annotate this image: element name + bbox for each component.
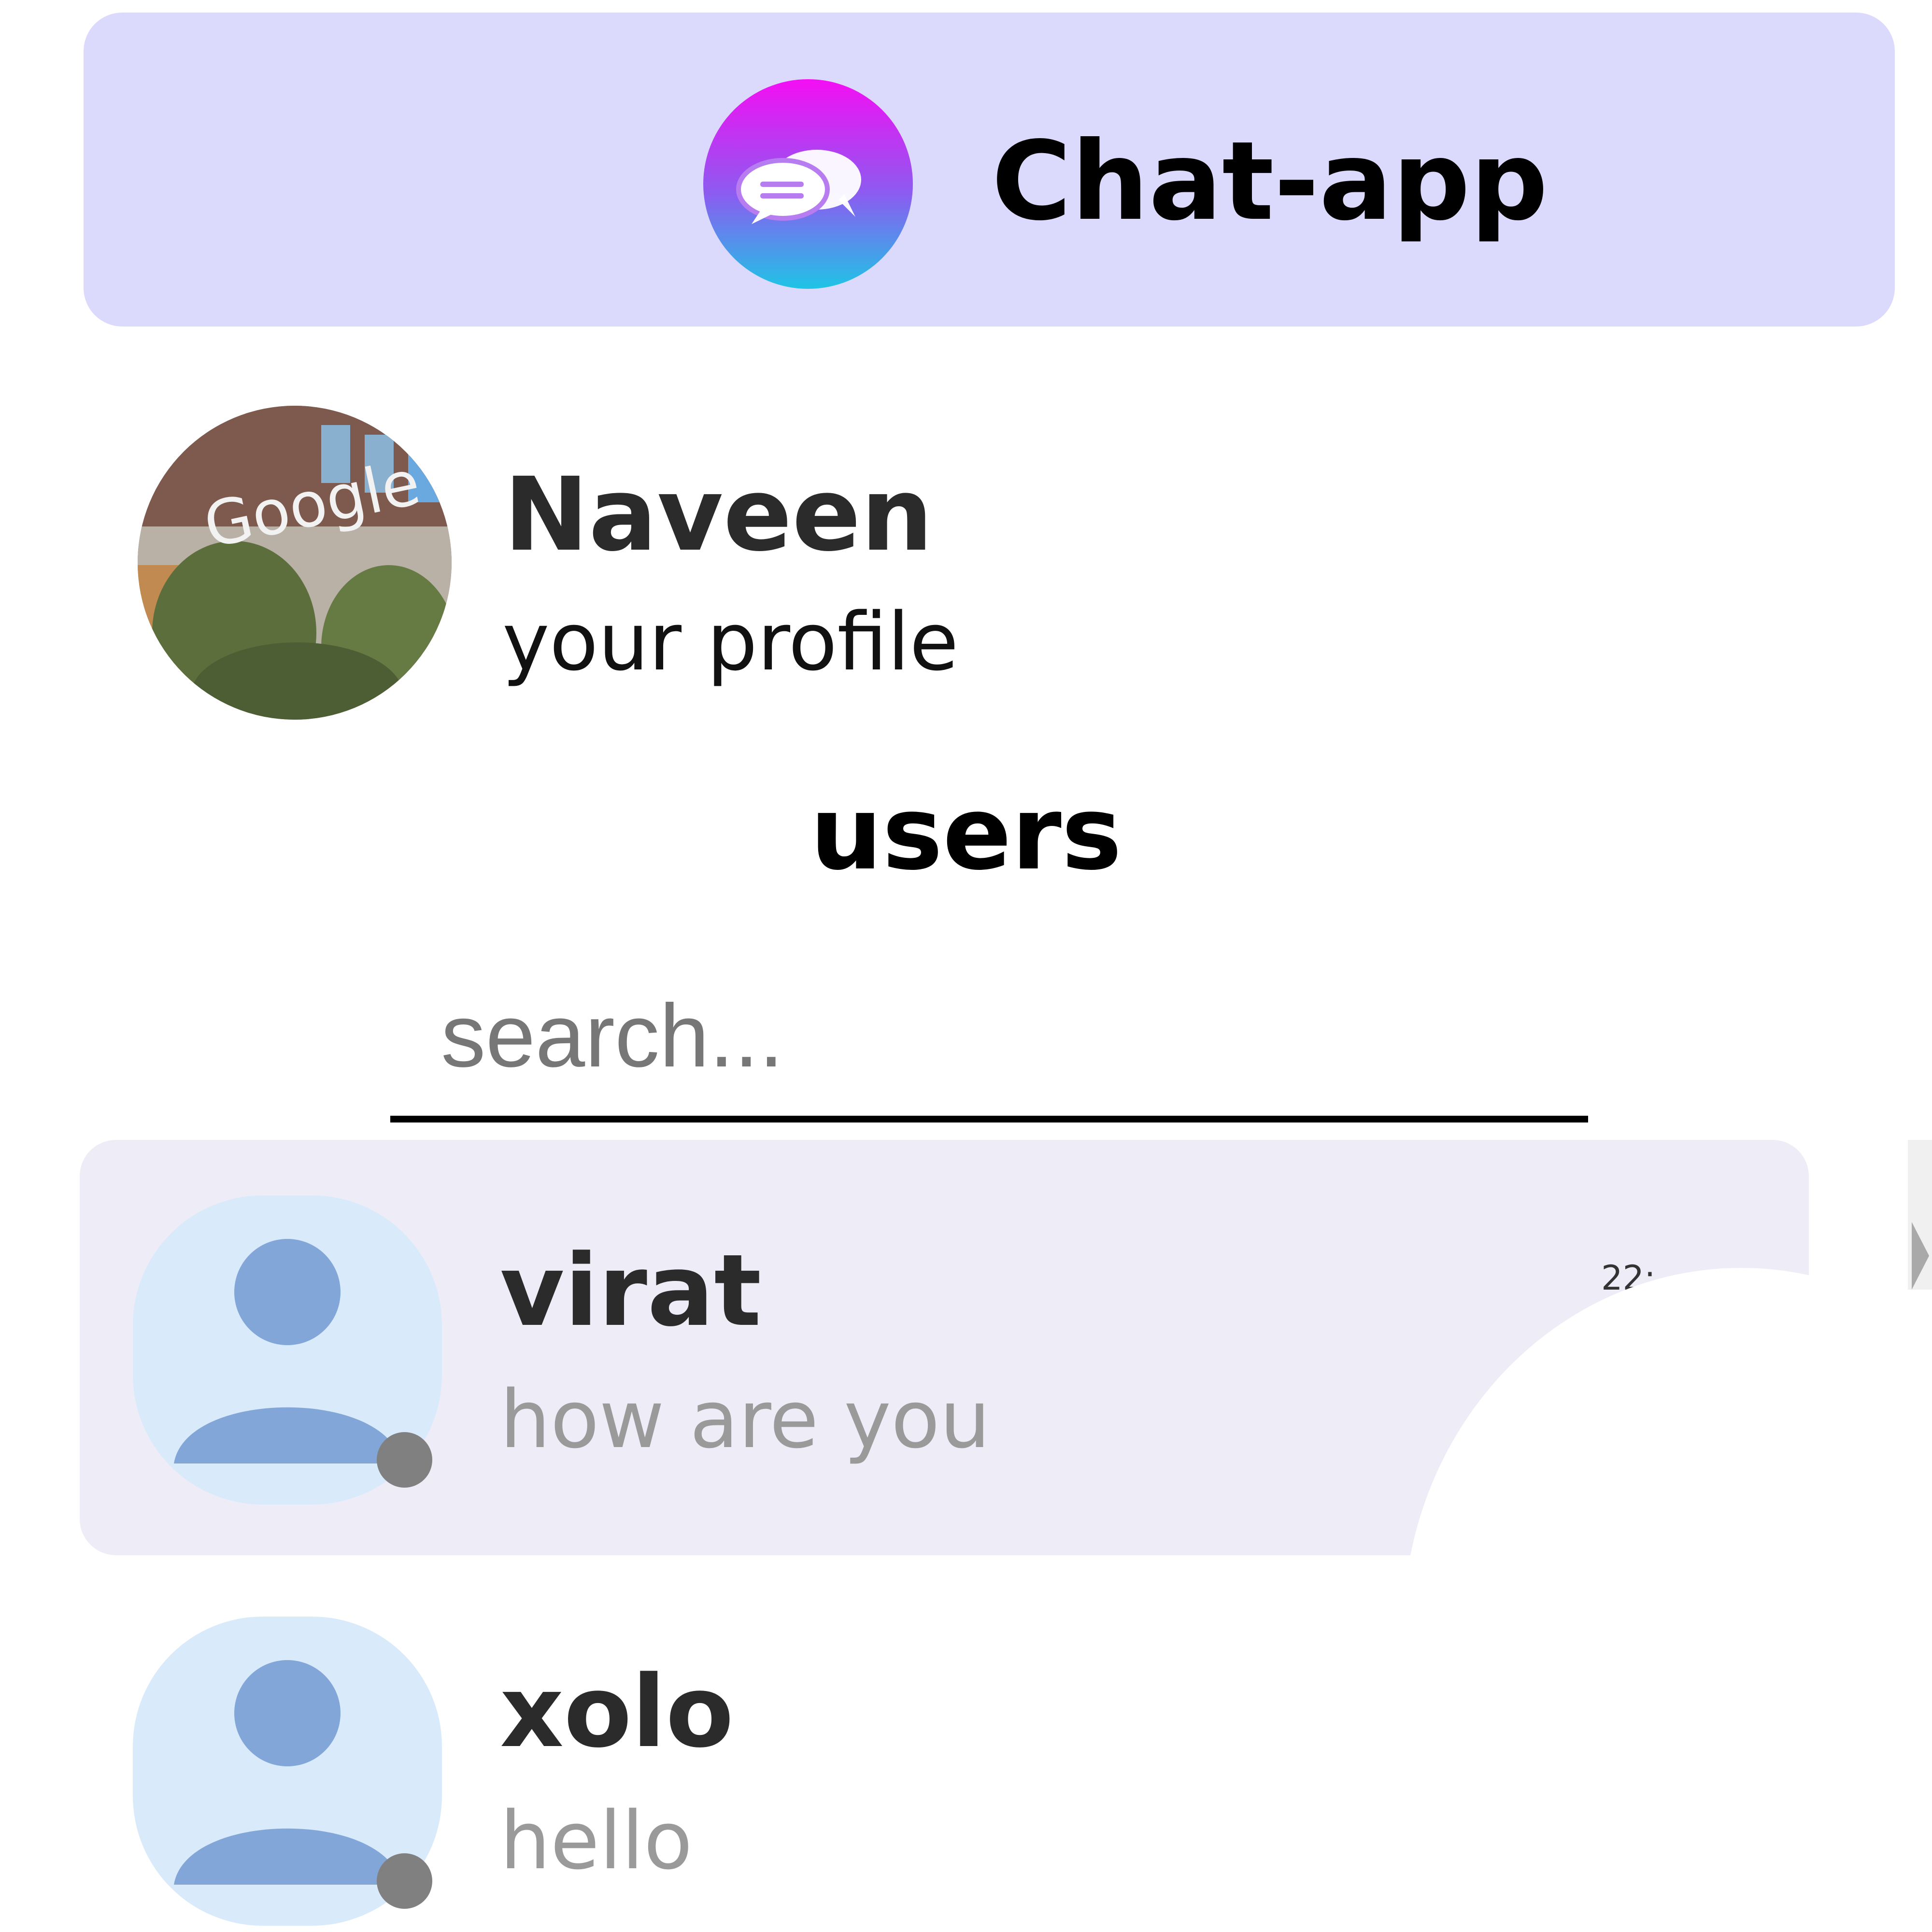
user-name: xolo <box>500 1655 734 1770</box>
last-message: hello <box>500 1794 693 1887</box>
status-dot <box>377 1432 432 1488</box>
profile-subtitle[interactable]: your profile <box>502 594 959 690</box>
profile-avatar[interactable]: Google <box>138 406 452 720</box>
scrollbar[interactable] <box>1908 1140 1932 1290</box>
status-dot <box>377 1853 432 1909</box>
app-title: Chat-app <box>992 118 1548 245</box>
scroll-arrow-icon[interactable] <box>1912 1222 1929 1290</box>
chat-bubbles-svg <box>736 150 861 224</box>
app-header: Chat-app <box>84 13 1895 327</box>
chat-app-sidebar: Chat-app Google Naveen your profile user… <box>0 0 1932 1932</box>
chat-bubbles-icon <box>703 79 913 289</box>
profile-name: Naveen <box>504 455 933 574</box>
profile-photo: Google <box>138 406 452 720</box>
search-field <box>390 956 1588 1122</box>
user-name: virat <box>500 1234 762 1349</box>
search-input[interactable] <box>390 956 1588 1116</box>
users-heading: users <box>810 774 1122 893</box>
last-message: how are you <box>500 1373 991 1466</box>
